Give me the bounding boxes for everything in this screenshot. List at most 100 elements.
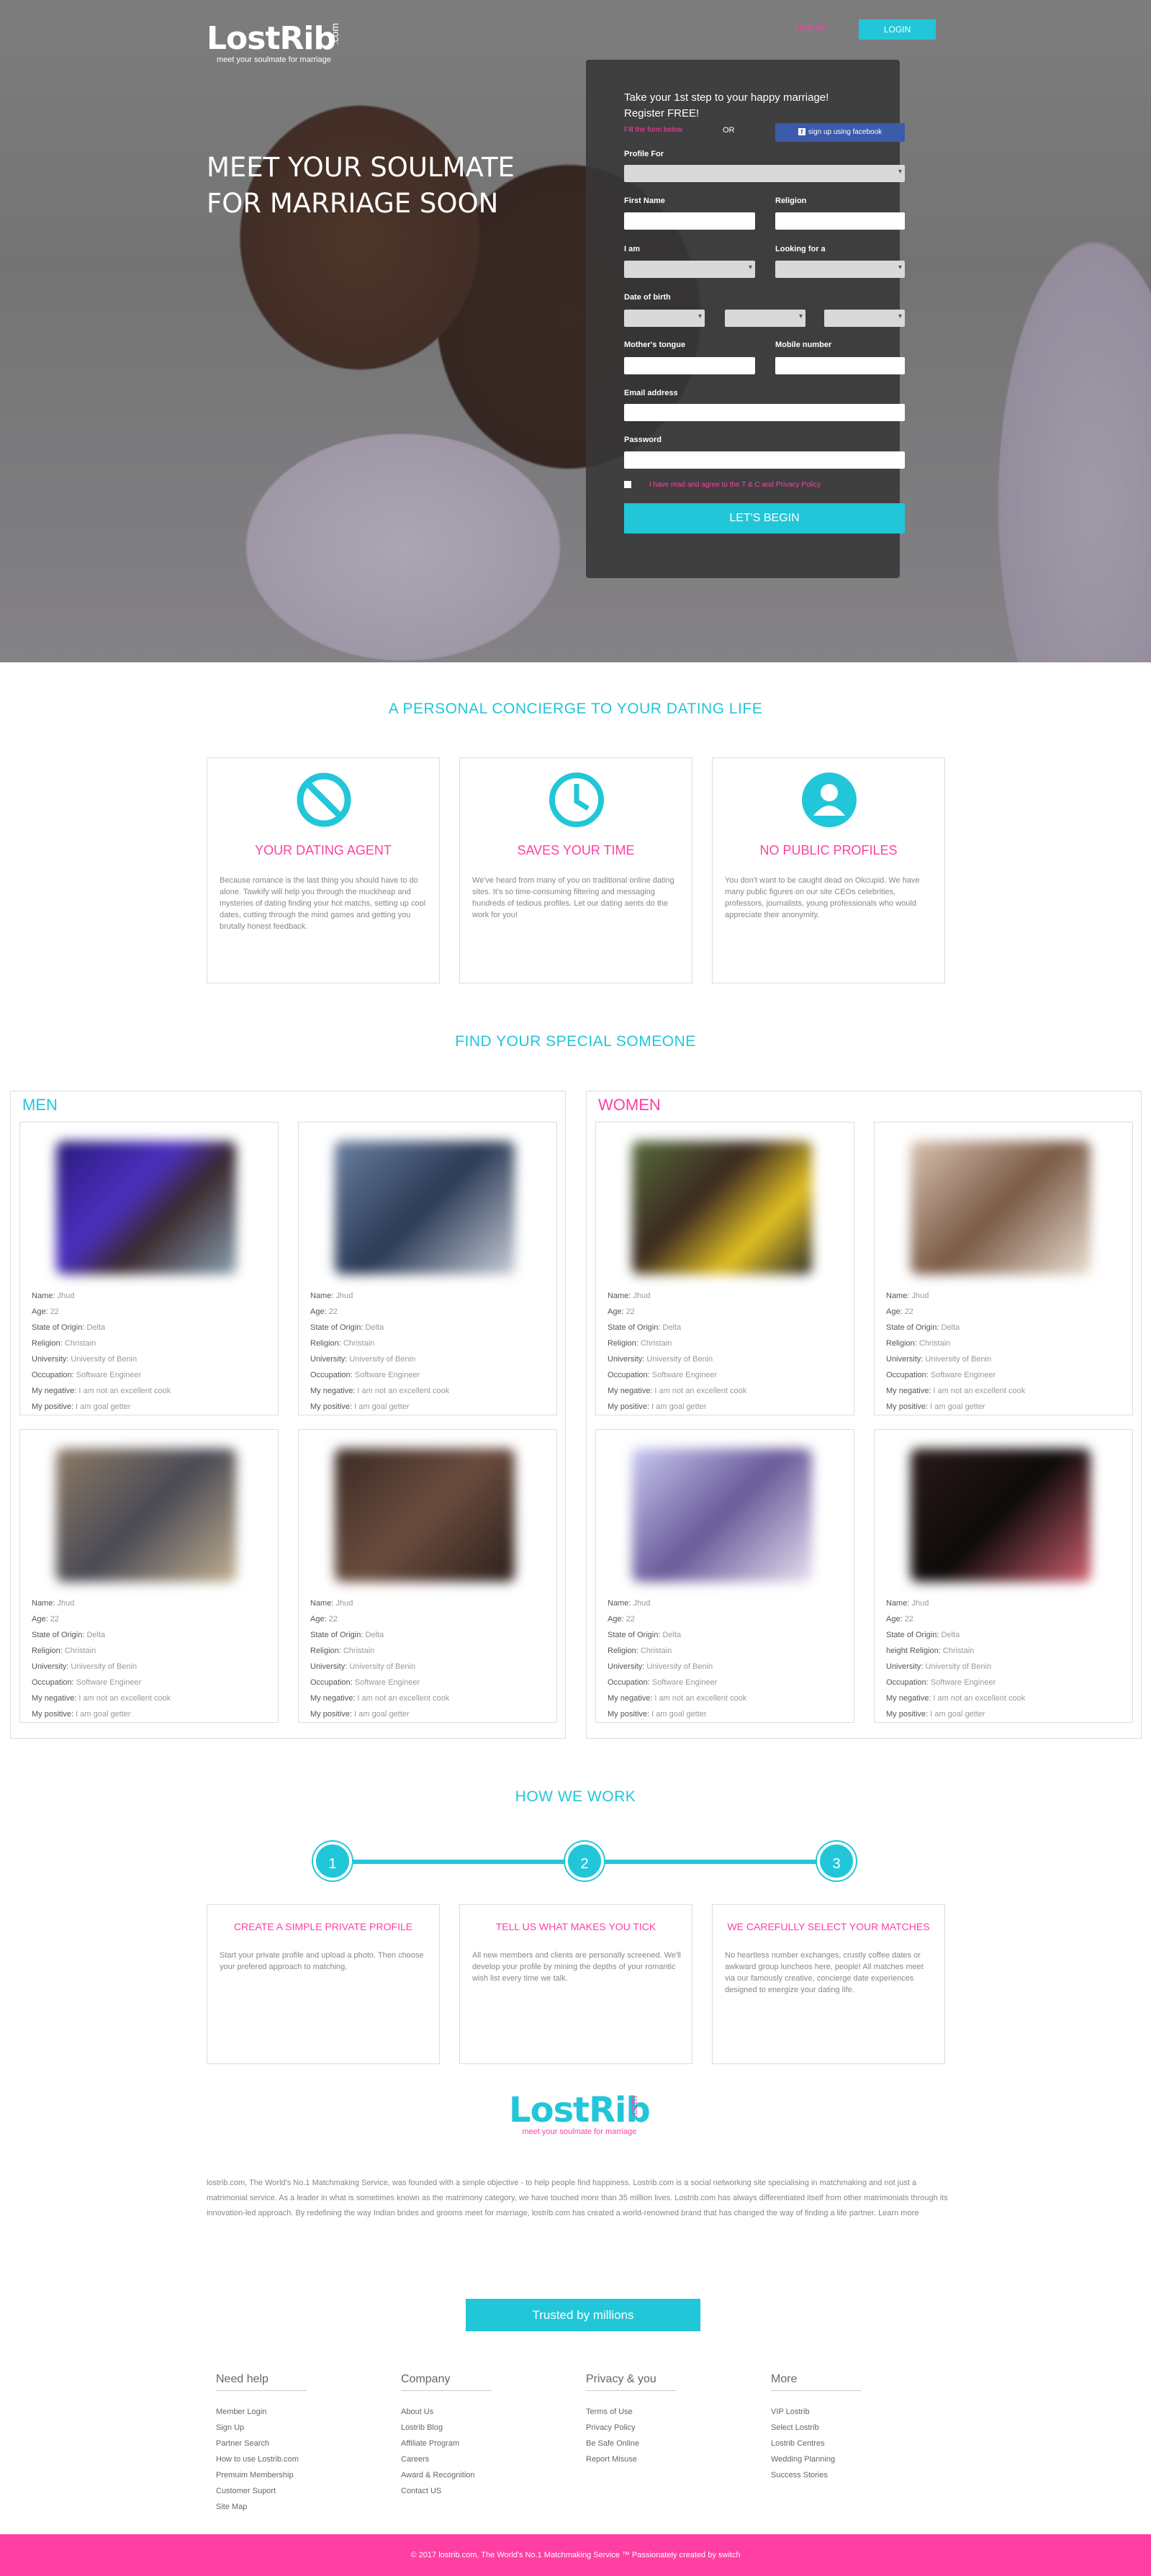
- profile-card[interactable]: Name: Jhud Age: 22 State of Origin: Delta R…: [298, 1429, 557, 1723]
- profile-university-row: University: University of Benin: [886, 1351, 1025, 1367]
- footer-link[interactable]: Lostrib Centres: [771, 2436, 936, 2451]
- footer-link[interactable]: Privacy Policy: [586, 2420, 751, 2436]
- footer-link[interactable]: Sign Up: [216, 2420, 382, 2436]
- footer-link[interactable]: Contact US: [401, 2483, 567, 2499]
- logo-tagline: meet your soulmate for marriage: [217, 55, 331, 64]
- how-card-title: CREATE A SIMPLE PRIVATE PROFILE: [233, 1921, 413, 1932]
- footer-link[interactable]: Careers: [401, 2451, 567, 2467]
- footer-link[interactable]: How to use Lostrib.com: [216, 2451, 382, 2467]
- how-card: WE CAREFULLY SELECT YOUR MATCHES No hear…: [712, 1904, 945, 2064]
- profile-name-row: Name: Jhud: [32, 1288, 171, 1304]
- profile-for-select[interactable]: [624, 165, 905, 182]
- profile-card[interactable]: Name: Jhud Age: 22 State of Origin: Delta R…: [298, 1122, 557, 1415]
- profile-card[interactable]: Name: Jhud Age: 22 State of Origin: Delta R…: [19, 1122, 279, 1415]
- profile-photo: [56, 1141, 236, 1274]
- footer-link[interactable]: Wedding Planning: [771, 2451, 936, 2467]
- footer-link[interactable]: Report Misuse: [586, 2451, 751, 2467]
- trusted-button[interactable]: Trusted by millions: [466, 2299, 700, 2331]
- footer-link[interactable]: Success Stories: [771, 2467, 936, 2483]
- dob-year-select[interactable]: [824, 310, 905, 327]
- profile-positive-row: My positive: I am goal getter: [608, 1399, 746, 1415]
- profile-label: Name:: [32, 1599, 58, 1608]
- profile-religion-row: Religion: Christain: [310, 1336, 449, 1351]
- footer-link[interactable]: Terms of Use: [586, 2404, 751, 2420]
- profile-card[interactable]: Name: Jhud Age: 22 State of Origin: Delta R…: [595, 1122, 854, 1415]
- footer-column: More VIP Lostrib Select Lostrib Lostrib Cen…: [771, 2373, 936, 2483]
- profile-state-row: State of Origin: Delta: [32, 1320, 171, 1336]
- profile-value: 22: [50, 1615, 59, 1623]
- looking-for-select[interactable]: [775, 261, 905, 278]
- profile-label: Occupation:: [608, 1678, 652, 1687]
- profile-photo: [335, 1449, 515, 1582]
- footer-link[interactable]: VIP Lostrib: [771, 2404, 936, 2420]
- footer-link[interactable]: Customer Suport: [216, 2483, 382, 2499]
- footer-link[interactable]: Lostrib Blog: [401, 2420, 567, 2436]
- profile-card[interactable]: Name: Jhud Age: 22 State of Origin: Delta R…: [595, 1429, 854, 1723]
- dob-day-select[interactable]: [624, 310, 705, 327]
- email-input[interactable]: [624, 404, 905, 421]
- first-name-label: First Name: [624, 197, 665, 205]
- footer-link[interactable]: Award & Recognition: [401, 2467, 567, 2483]
- profile-value: University of Benin: [349, 1355, 416, 1364]
- profile-value: Jhud: [911, 1292, 929, 1300]
- about-text: lostrib.com, The World's No.1 Matchmakin…: [207, 2179, 948, 2217]
- profile-label: Occupation:: [310, 1371, 355, 1379]
- mobile-input[interactable]: [775, 357, 905, 374]
- form-subtitle: Fill the form below: [624, 126, 683, 134]
- feature-card-time: SAVES YOUR TIME We've heard from many of…: [459, 757, 692, 983]
- profile-card[interactable]: Name: Jhud Age: 22 State of Origin: Delta h…: [874, 1429, 1133, 1723]
- password-input[interactable]: [624, 451, 905, 469]
- profile-label: My negative:: [310, 1387, 358, 1395]
- profile-negative-row: My negative: I am not an excellent cook: [310, 1383, 449, 1399]
- profile-value: I am not an excellent cook: [654, 1694, 747, 1703]
- footer-link[interactable]: Member Login: [216, 2404, 382, 2420]
- profile-name-row: Name: Jhud: [608, 1595, 746, 1611]
- profile-label: University:: [32, 1355, 71, 1364]
- profile-value: Software Engineer: [930, 1678, 996, 1687]
- profile-value: Software Engineer: [930, 1371, 996, 1379]
- profile-label: State of Origin:: [32, 1631, 87, 1639]
- footer-link[interactable]: Affiliate Program: [401, 2436, 567, 2451]
- feature-text: Because romance is the last thing you sh…: [220, 876, 426, 931]
- profile-label: My positive:: [608, 1710, 652, 1719]
- profile-occupation-row: Occupation: Software Engineer: [310, 1675, 449, 1690]
- profile-for-label: Profile For: [624, 150, 664, 158]
- footer-link[interactable]: Be Safe Online: [586, 2436, 751, 2451]
- profile-card[interactable]: Name: Jhud Age: 22 State of Origin: Delta R…: [19, 1429, 279, 1723]
- profile-photo: [632, 1449, 812, 1582]
- profile-value: Software Engineer: [651, 1371, 718, 1379]
- profile-university-row: University: University of Benin: [32, 1659, 171, 1675]
- signup-link[interactable]: SIGN UP: [794, 24, 826, 32]
- i-am-select[interactable]: [624, 261, 755, 278]
- mother-tongue-input[interactable]: [624, 357, 755, 374]
- login-button[interactable]: LOGIN: [859, 19, 936, 40]
- footer-link[interactable]: Partner Search: [216, 2436, 382, 2451]
- site-logo[interactable]: LostRib .com meet your soulmate for marr…: [207, 20, 340, 64]
- facebook-icon: f: [798, 128, 805, 135]
- footer-link[interactable]: About Us: [401, 2404, 567, 2420]
- agree-checkbox[interactable]: [624, 481, 631, 488]
- lets-begin-button[interactable]: LET'S BEGIN: [624, 503, 905, 533]
- profile-label: State of Origin:: [32, 1323, 87, 1332]
- footer-link[interactable]: Premuim Membership: [216, 2467, 382, 2483]
- profile-label: State of Origin:: [310, 1631, 366, 1639]
- how-card-title: WE CAREFULLY SELECT YOUR MATCHES: [727, 1921, 930, 1932]
- profile-label: My negative:: [310, 1694, 358, 1703]
- profile-label: My positive:: [310, 1710, 355, 1719]
- profile-value: I am goal getter: [651, 1402, 707, 1411]
- profile-label: My positive:: [608, 1402, 652, 1411]
- agree-label[interactable]: I have read and agree to the T & C and P…: [649, 481, 821, 489]
- facebook-signup-button[interactable]: f sign up using facebook: [775, 123, 905, 142]
- profile-card[interactable]: Name: Jhud Age: 22 State of Origin: Delta R…: [874, 1122, 1133, 1415]
- how-title: HOW WE WORK: [515, 1788, 636, 1805]
- profile-label: My negative:: [608, 1387, 655, 1395]
- profile-name-row: Name: Jhud: [886, 1288, 1025, 1304]
- religion-input[interactable]: [775, 212, 905, 230]
- footer-logo[interactable]: LostRib .com meet your soulmate for marr…: [509, 2090, 651, 2136]
- footer-link[interactable]: Site Map: [216, 2499, 382, 2515]
- profile-religion-row: Religion: Christain: [32, 1336, 171, 1351]
- footer-column: Privacy & you Terms of Use Privacy Policy B…: [586, 2373, 751, 2467]
- first-name-input[interactable]: [624, 212, 755, 230]
- dob-month-select[interactable]: [725, 310, 805, 327]
- footer-link[interactable]: Select Lostrib: [771, 2420, 936, 2436]
